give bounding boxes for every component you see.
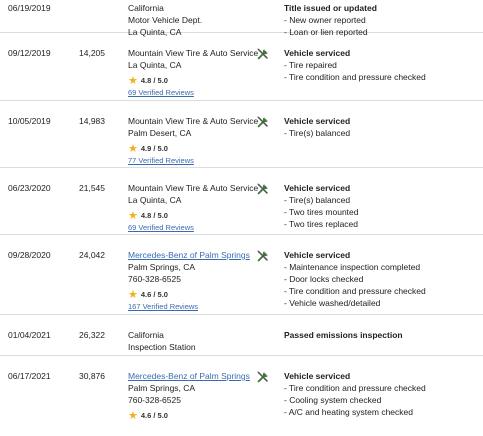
event-title: Vehicle serviced xyxy=(284,116,351,126)
rating-value: 4.9 / 5.0 xyxy=(140,144,168,153)
rating: ★ 4.8 / 5.0 xyxy=(128,210,278,222)
rating: ★ 4.6 / 5.0 xyxy=(128,410,278,422)
wrench-screwdriver-icon xyxy=(257,116,268,128)
record-events: Passed emissions inspection xyxy=(284,329,479,341)
event-title: Title issued or updated xyxy=(284,3,377,13)
record-events: Vehicle serviced - Tire(s) balanced - Tw… xyxy=(284,182,479,230)
record-date: 01/04/2021 xyxy=(8,330,51,340)
source-line: Motor Vehicle Dept. xyxy=(128,15,203,25)
record-mileage: 14,205 xyxy=(79,48,105,58)
rating: ★ 4.9 / 5.0 xyxy=(128,143,278,155)
star-icon: ★ xyxy=(128,210,138,222)
history-row: 06/23/2020 21,545 Mountain View Tire & A… xyxy=(0,168,483,235)
event-item: - A/C and heating system checked xyxy=(284,407,413,417)
record-mileage: 21,545 xyxy=(79,183,105,193)
history-row: 01/04/2021 26,322 California Inspection … xyxy=(0,315,483,356)
source-line: Inspection Station xyxy=(128,342,196,352)
rating-value: 4.8 / 5.0 xyxy=(140,76,168,85)
event-item: - Door locks checked xyxy=(284,274,364,284)
event-item: - Maintenance inspection completed xyxy=(284,262,421,272)
event-title: Vehicle serviced xyxy=(284,371,351,381)
history-row: 09/28/2020 24,042 Mercedes-Benz of Palm … xyxy=(0,235,483,315)
record-mileage: 26,322 xyxy=(79,330,105,340)
record-date: 09/12/2019 xyxy=(8,48,51,58)
wrench-screwdriver-icon xyxy=(257,371,268,383)
record-date: 06/17/2021 xyxy=(8,371,51,381)
star-icon: ★ xyxy=(128,143,138,155)
record-date: 10/05/2019 xyxy=(8,116,51,126)
event-item: - New owner reported xyxy=(284,15,366,25)
event-item: - Tire(s) balanced xyxy=(284,195,351,205)
event-item: - Tire(s) balanced xyxy=(284,128,351,138)
record-date: 09/28/2020 xyxy=(8,250,51,260)
event-item: - Tire condition and pressure checked xyxy=(284,72,426,82)
event-item: - Tire condition and pressure checked xyxy=(284,383,426,393)
history-list: 06/19/2019 California Motor Vehicle Dept… xyxy=(0,0,483,436)
verified-reviews-link[interactable]: 69 Verified Reviews xyxy=(128,87,278,98)
event-item: - Vehicle washed/detailed xyxy=(284,298,381,308)
rating-value: 4.6 / 5.0 xyxy=(140,411,168,420)
star-icon: ★ xyxy=(128,289,138,301)
event-item: - Two tires replaced xyxy=(284,219,359,229)
event-title: Vehicle serviced xyxy=(284,48,351,58)
record-mileage: 24,042 xyxy=(79,250,105,260)
history-row: 06/19/2019 California Motor Vehicle Dept… xyxy=(0,0,483,37)
event-title: Vehicle serviced xyxy=(284,183,351,193)
record-events: Vehicle serviced - Maintenance inspectio… xyxy=(284,249,479,309)
source-line: 760-328-6525 xyxy=(128,274,181,284)
rating: ★ 4.8 / 5.0 xyxy=(128,75,278,87)
record-date: 06/23/2020 xyxy=(8,183,51,193)
history-row: 10/05/2019 14,983 Mountain View Tire & A… xyxy=(0,101,483,168)
record-events: Vehicle serviced - Tire repaired - Tire … xyxy=(284,47,479,83)
wrench-screwdriver-icon xyxy=(257,183,268,195)
source-line: California xyxy=(128,330,164,340)
wrench-screwdriver-icon xyxy=(257,250,268,262)
history-row: 09/12/2019 14,205 Mountain View Tire & A… xyxy=(0,33,483,101)
star-icon: ★ xyxy=(128,75,138,87)
record-mileage: 30,876 xyxy=(79,371,105,381)
event-item: - Two tires mounted xyxy=(284,207,359,217)
record-mileage: 14,983 xyxy=(79,116,105,126)
event-title: Vehicle serviced xyxy=(284,250,351,260)
event-title: Passed emissions inspection xyxy=(284,330,403,340)
rating: ★ 4.6 / 5.0 xyxy=(128,289,278,301)
record-source: California Inspection Station xyxy=(128,329,278,353)
verified-reviews-link[interactable]: 77 Verified Reviews xyxy=(128,155,278,166)
record-events: Vehicle serviced - Tire condition and pr… xyxy=(284,370,479,418)
source-line: 760-328-6525 xyxy=(128,395,181,405)
verified-reviews-link[interactable]: 69 Verified Reviews xyxy=(128,222,278,233)
event-item: - Cooling system checked xyxy=(284,395,382,405)
wrench-screwdriver-icon xyxy=(257,48,268,60)
event-item: - Tire condition and pressure checked xyxy=(284,286,426,296)
event-item: - Tire repaired xyxy=(284,60,337,70)
source-line: California xyxy=(128,3,164,13)
rating-value: 4.8 / 5.0 xyxy=(140,211,168,220)
rating-value: 4.6 / 5.0 xyxy=(140,290,168,299)
verified-reviews-link[interactable]: 167 Verified Reviews xyxy=(128,301,278,312)
record-events: Vehicle serviced - Tire(s) balanced xyxy=(284,115,479,139)
record-date: 06/19/2019 xyxy=(8,3,51,13)
history-row: 06/17/2021 30,876 Mercedes-Benz of Palm … xyxy=(0,356,483,436)
star-icon: ★ xyxy=(128,410,138,422)
